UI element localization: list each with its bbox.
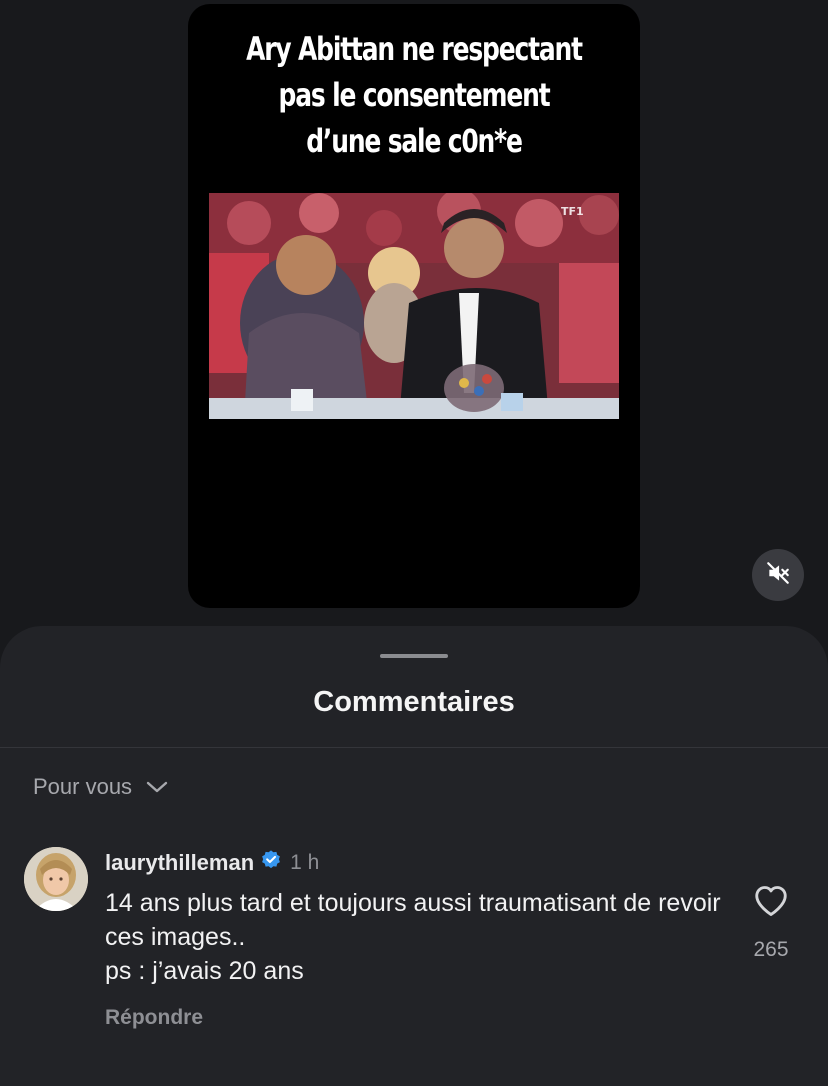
post-area: Ary Abittan ne respectant pas le consent… — [0, 0, 828, 640]
reply-button[interactable]: Répondre — [105, 1006, 203, 1030]
overlay-title-line-2: pas le consentement — [278, 76, 551, 114]
comments-title: Commentaires — [313, 686, 515, 718]
comments-sheet: Commentaires Pour vous laurythilleman 1 … — [0, 626, 828, 1086]
like-count: 265 — [753, 938, 789, 961]
tf1-watermark: TF1 — [561, 205, 584, 218]
like-button[interactable] — [753, 884, 789, 918]
overlay-title-line-1: Ary Abittan ne respectant — [246, 30, 583, 68]
overlay-title-line-3: d’une sale c0n*e — [306, 122, 523, 160]
comment-text-line-1: 14 ans plus tard et toujours aussi traum… — [105, 889, 721, 951]
filter-label: Pour vous — [33, 774, 133, 799]
comment-timestamp: 1 h — [290, 851, 320, 874]
reel-video[interactable]: Ary Abittan ne respectant pas le consent… — [188, 4, 640, 608]
comment-username[interactable]: laurythilleman — [105, 850, 254, 876]
comment-text-line-2: ps : j’avais 20 ans — [105, 957, 304, 985]
comments-filter-dropdown[interactable]: Pour vous — [33, 774, 168, 800]
speaker-muted-icon — [765, 560, 791, 591]
avatar[interactable] — [24, 847, 88, 911]
video-still: TF1 — [209, 193, 619, 419]
sheet-grab-handle[interactable] — [380, 654, 448, 658]
heart-icon — [753, 886, 789, 922]
comment-text: 14 ans plus tard et toujours aussi traum… — [105, 886, 725, 988]
chevron-down-icon — [146, 774, 168, 800]
video-overlay-title: Ary Abittan ne respectant pas le consent… — [238, 26, 591, 164]
verified-badge-icon — [260, 849, 282, 877]
sheet-divider — [0, 747, 828, 748]
mute-button[interactable] — [752, 549, 804, 601]
comment-header: laurythilleman 1 h — [105, 849, 319, 877]
